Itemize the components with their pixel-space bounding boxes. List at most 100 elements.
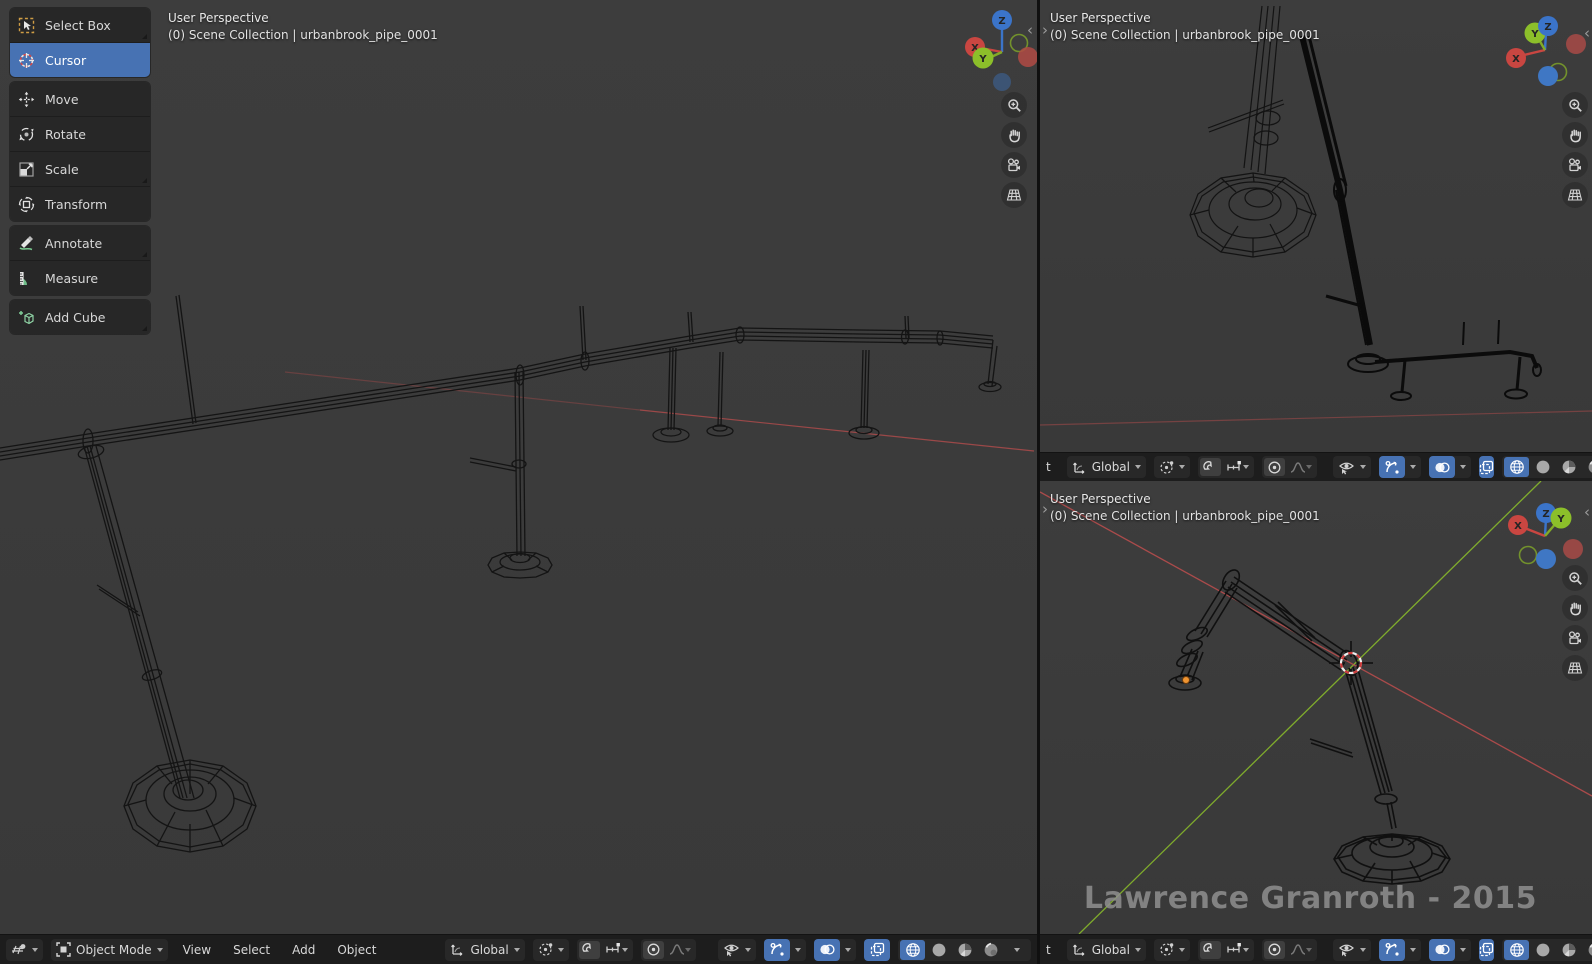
axis-neg-y[interactable]: [1520, 547, 1537, 564]
xray-toggle[interactable]: [864, 939, 890, 961]
axis-z[interactable]: Z: [992, 10, 1012, 30]
sidebar-toggle-arrow[interactable]: ‹: [1584, 27, 1590, 39]
tool-rotate[interactable]: Rotate: [10, 117, 150, 152]
zoom-button[interactable]: [1562, 565, 1588, 591]
mode-dropdown[interactable]: Object Mode: [51, 939, 168, 961]
overlays-toggle[interactable]: [1429, 939, 1455, 961]
orientation-dropdown[interactable]: Global: [445, 939, 524, 961]
pan-button[interactable]: [1001, 122, 1027, 148]
visibility-dropdown[interactable]: [1333, 456, 1371, 478]
pivot-dropdown[interactable]: [1154, 456, 1190, 478]
orientation-dropdown[interactable]: Global: [1067, 456, 1146, 478]
zoom-icon: [1568, 98, 1583, 113]
gizmos-dropdown[interactable]: [1405, 456, 1421, 478]
overlays-dropdown[interactable]: [1455, 939, 1471, 961]
snap-toggle[interactable]: [1200, 458, 1221, 476]
axis-x[interactable]: X: [1508, 515, 1528, 535]
shading-dropdown[interactable]: [1004, 940, 1029, 960]
pivot-dropdown[interactable]: [1154, 939, 1190, 961]
zoom-button[interactable]: [1001, 92, 1027, 118]
shading-material-button[interactable]: [1556, 940, 1581, 960]
shading-rendered-button[interactable]: [1582, 940, 1592, 960]
menu-view[interactable]: View: [176, 943, 218, 957]
axis-neg-z[interactable]: [1538, 66, 1558, 86]
shading-rendered-button[interactable]: [978, 940, 1003, 960]
axis-neg-x[interactable]: [1563, 539, 1583, 559]
falloff-dropdown[interactable]: [1285, 939, 1317, 961]
gizmos-dropdown[interactable]: [790, 939, 806, 961]
overlays-dropdown[interactable]: [1455, 456, 1471, 478]
ortho-grid-button[interactable]: [1001, 182, 1027, 208]
tool-scale[interactable]: Scale: [10, 152, 150, 187]
ortho-grid-button[interactable]: [1562, 655, 1588, 681]
chevron-down-icon: [1306, 465, 1312, 469]
shading-material-button[interactable]: [1556, 457, 1581, 477]
overlays-toggle[interactable]: [814, 939, 840, 961]
tool-select-box[interactable]: Select Box: [10, 8, 150, 43]
tool-measure[interactable]: Measure: [10, 261, 150, 295]
ortho-grid-button[interactable]: [1562, 182, 1588, 208]
proportional-toggle[interactable]: [643, 941, 664, 959]
shading-solid-button[interactable]: [1530, 457, 1555, 477]
xray-toggle[interactable]: [1479, 939, 1494, 961]
pivot-dropdown[interactable]: [533, 939, 569, 961]
menu-select[interactable]: Select: [226, 943, 277, 957]
shading-solid-button[interactable]: [1530, 940, 1555, 960]
toolbar-toggle-arrow[interactable]: ›: [1042, 24, 1048, 36]
camera-view-button[interactable]: [1001, 152, 1027, 178]
proportional-toggle[interactable]: [1264, 458, 1285, 476]
falloff-dropdown[interactable]: [1285, 456, 1317, 478]
visibility-dropdown[interactable]: [718, 939, 756, 961]
zoom-button[interactable]: [1562, 92, 1588, 118]
axis-x[interactable]: X: [1506, 48, 1526, 68]
axis-y[interactable]: Y: [1551, 508, 1572, 529]
axis-z[interactable]: Z: [1538, 16, 1558, 36]
gizmos-toggle[interactable]: [1379, 939, 1405, 961]
gizmo-toggle-icon: [1385, 942, 1400, 957]
axis-neg-x[interactable]: [1018, 47, 1037, 67]
pan-button[interactable]: [1562, 122, 1588, 148]
proportional-toggle[interactable]: [1264, 941, 1285, 959]
camera-view-button[interactable]: [1562, 152, 1588, 178]
shading-wireframe-icon: [1509, 459, 1525, 475]
shading-wireframe-button[interactable]: [900, 940, 925, 960]
snap-target-dropdown[interactable]: [600, 939, 633, 961]
nav-gizmo[interactable]: Y Z X: [1488, 12, 1588, 96]
shading-rendered-button[interactable]: [1582, 457, 1592, 477]
overlays-toggle[interactable]: [1429, 456, 1455, 478]
menu-object[interactable]: Object: [330, 943, 383, 957]
gizmos-dropdown[interactable]: [1405, 939, 1421, 961]
sidebar-toggle-arrow[interactable]: ‹: [1027, 24, 1033, 36]
shading-wireframe-button[interactable]: [1504, 940, 1529, 960]
snap-toggle[interactable]: [579, 941, 600, 959]
axis-y[interactable]: Y: [973, 48, 994, 69]
shading-solid-button[interactable]: [926, 940, 951, 960]
snap-target-dropdown[interactable]: [1221, 456, 1254, 478]
gizmos-toggle[interactable]: [764, 939, 790, 961]
camera-view-button[interactable]: [1562, 625, 1588, 651]
pan-button[interactable]: [1562, 595, 1588, 621]
snap-target-dropdown[interactable]: [1221, 939, 1254, 961]
snap-toggle[interactable]: [1200, 941, 1221, 959]
axis-neg-z[interactable]: [1536, 549, 1556, 569]
overlays-dropdown[interactable]: [840, 939, 856, 961]
shading-material-button[interactable]: [952, 940, 977, 960]
tool-transform[interactable]: Transform: [10, 187, 150, 221]
tool-annotate[interactable]: Annotate: [10, 226, 150, 261]
editor-type-button[interactable]: [6, 939, 43, 961]
gizmos-toggle[interactable]: [1379, 456, 1405, 478]
tool-cursor[interactable]: Cursor: [10, 43, 150, 77]
orientation-dropdown[interactable]: Global: [1067, 939, 1146, 961]
axis-neg-x[interactable]: [1566, 34, 1586, 54]
sidebar-toggle-arrow[interactable]: ‹: [1584, 506, 1590, 518]
toolbar-toggle-arrow[interactable]: ›: [1042, 503, 1048, 515]
axis-neg-z[interactable]: [993, 73, 1011, 91]
visibility-dropdown[interactable]: [1333, 939, 1371, 961]
xray-toggle[interactable]: [1479, 456, 1494, 478]
menu-add[interactable]: Add: [285, 943, 322, 957]
shading-wireframe-button[interactable]: [1504, 457, 1529, 477]
tool-add-cube[interactable]: Add Cube: [10, 300, 150, 334]
falloff-dropdown[interactable]: [664, 939, 696, 961]
tool-move[interactable]: Move: [10, 82, 150, 117]
nav-gizmo[interactable]: Z X Y: [940, 5, 1037, 97]
